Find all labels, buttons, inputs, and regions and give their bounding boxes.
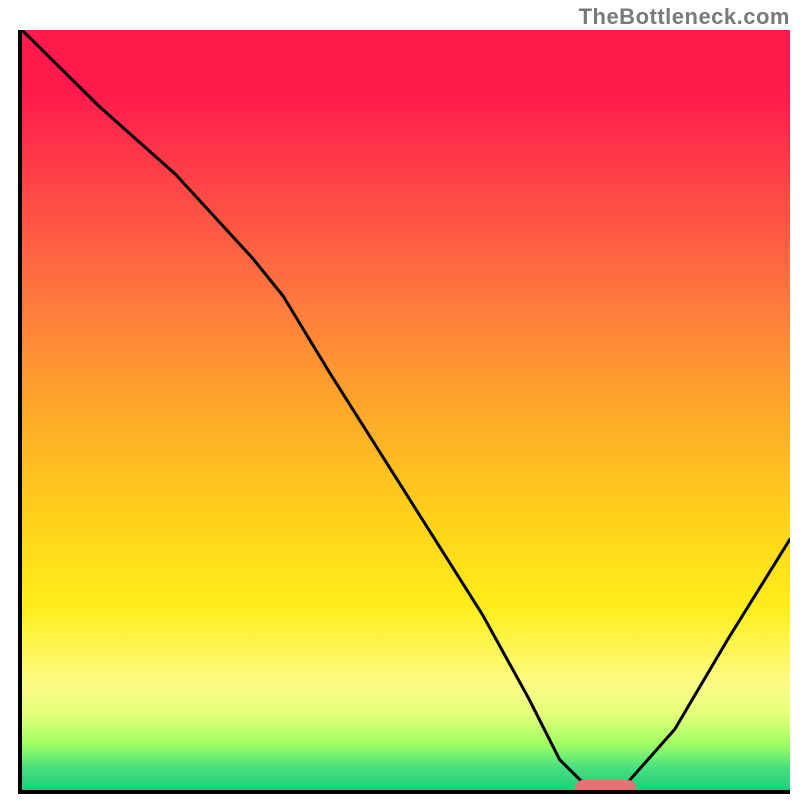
watermark-text: TheBottleneck.com — [579, 4, 790, 30]
bottleneck-curve — [22, 30, 790, 790]
curve-path — [22, 30, 790, 790]
plot-area — [18, 30, 790, 794]
optimum-marker — [575, 780, 636, 794]
